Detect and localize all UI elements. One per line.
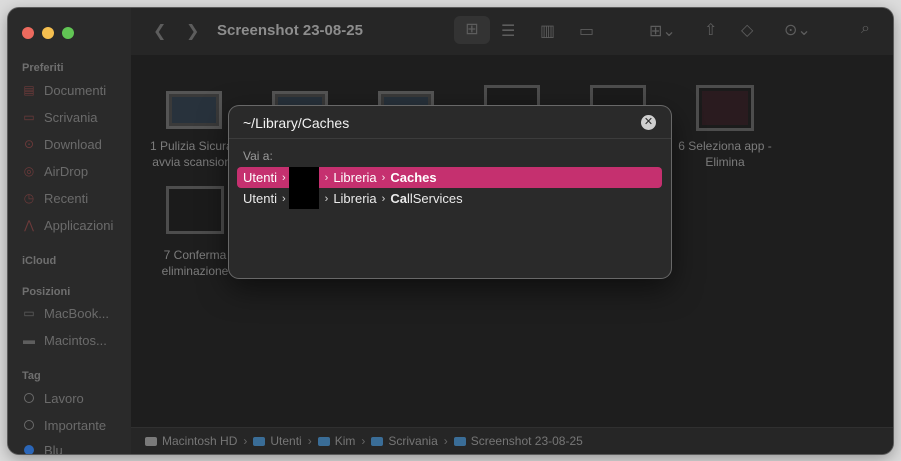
tag-dot-icon xyxy=(24,445,34,454)
clear-icon[interactable]: ✕ xyxy=(641,115,656,130)
sidebar-item-desktop[interactable]: ▭ Scrivania xyxy=(21,107,126,127)
clock-icon: ◷ xyxy=(23,191,35,205)
more-actions-icon[interactable]: ⊙⌄ xyxy=(784,20,811,40)
desktop-icon: ▭ xyxy=(23,110,35,124)
list-view-icon[interactable]: ☰ xyxy=(501,21,515,41)
chevron-right-icon: › xyxy=(281,192,286,205)
back-chevron-icon[interactable]: ❮ xyxy=(153,21,166,41)
path-crumb[interactable]: Kim xyxy=(317,434,355,448)
folder-icon xyxy=(253,436,266,446)
disk-icon: ▬ xyxy=(23,333,35,347)
sidebar-item-label: Download xyxy=(44,136,102,152)
path-bar: Macintosh HD › Utenti › Kim › Scrivania … xyxy=(131,427,893,454)
file-thumbnail[interactable] xyxy=(696,85,754,131)
tag-icon[interactable]: ◇ xyxy=(741,20,753,40)
sidebar-item-label: Blu xyxy=(44,442,63,455)
search-icon[interactable]: ⌕ xyxy=(861,20,870,38)
window-title: Screenshot 23-08-25 xyxy=(217,22,363,39)
group-by-icon[interactable]: ⊞⌄ xyxy=(649,21,676,41)
sidebar-tag-importante[interactable]: Importante xyxy=(21,415,126,435)
go-to-folder-dialog: ~/Library/Caches ✕ Vai a: Utenti › › Lib… xyxy=(229,106,671,278)
laptop-icon: ▭ xyxy=(23,306,35,320)
chevron-right-icon: › xyxy=(361,434,366,448)
airdrop-icon: ◎ xyxy=(23,164,35,178)
folder-icon xyxy=(317,436,330,446)
chevron-right-icon: › xyxy=(307,434,312,448)
tag-dot-icon xyxy=(24,393,34,403)
sidebar-section-favorites: Preferiti xyxy=(22,62,64,74)
tag-dot-icon xyxy=(24,420,34,430)
path-suggestion[interactable]: Utenti › › Libreria › Ca llServices xyxy=(237,188,662,209)
sidebar-tag-blu[interactable]: Blu xyxy=(21,440,126,454)
minimize-window-button[interactable] xyxy=(42,27,54,39)
path-crumb[interactable]: Macintosh HD xyxy=(145,434,237,448)
applications-icon: ⋀ xyxy=(24,218,34,232)
disk-icon xyxy=(145,436,157,446)
file-thumbnail[interactable] xyxy=(166,186,224,234)
sidebar-item-label: Recenti xyxy=(44,190,89,206)
sidebar-item-label: Scrivania xyxy=(44,109,98,125)
sidebar-item-label: AirDrop xyxy=(44,163,89,179)
gallery-view-icon[interactable]: ▭ xyxy=(579,21,594,41)
sidebar-item-documents[interactable]: ▤ Documenti xyxy=(21,80,126,100)
sidebar-item-airdrop[interactable]: ◎ AirDrop xyxy=(21,161,126,181)
goto-label: Vai a: xyxy=(243,149,273,163)
sidebar-item-label: MacBook... xyxy=(44,305,110,321)
close-window-button[interactable] xyxy=(22,27,34,39)
sidebar-item-label: Importante xyxy=(44,417,107,433)
redacted-username xyxy=(288,188,319,209)
chevron-right-icon: › xyxy=(443,434,448,448)
sidebar-item-label: Documenti xyxy=(44,82,107,98)
sidebar-section-icloud: iCloud xyxy=(22,255,57,267)
sidebar-item-macintosh[interactable]: ▬ Macintos... xyxy=(21,330,126,350)
sidebar-section-locations: Posizioni xyxy=(22,286,71,298)
sidebar: Preferiti ▤ Documenti ▭ Scrivania ⊙ Downloa… xyxy=(8,8,131,454)
chevron-right-icon: › xyxy=(281,171,286,184)
share-icon[interactable]: ⇧ xyxy=(704,20,717,40)
document-icon: ▤ xyxy=(23,83,35,97)
chevron-right-icon: › xyxy=(324,192,329,205)
sidebar-item-recents[interactable]: ◷ Recenti xyxy=(21,188,126,208)
sidebar-item-macbook[interactable]: ▭ MacBook... xyxy=(21,303,126,323)
grid-view-icon[interactable]: ⊞ xyxy=(454,16,490,44)
sidebar-item-download[interactable]: ⊙ Download xyxy=(21,134,126,154)
chevron-right-icon: › xyxy=(381,171,386,184)
chevron-right-icon: › xyxy=(324,171,329,184)
chevron-right-icon: › xyxy=(381,192,386,205)
sidebar-item-label: Applicazioni xyxy=(44,217,114,233)
chevron-right-icon: › xyxy=(243,434,248,448)
sidebar-tag-lavoro[interactable]: Lavoro xyxy=(21,388,126,408)
folder-icon xyxy=(371,436,384,446)
download-icon: ⊙ xyxy=(23,137,35,151)
path-crumb[interactable]: Scrivania xyxy=(371,434,438,448)
path-crumb[interactable]: Utenti xyxy=(253,434,302,448)
toolbar: ❮ ❯ Screenshot 23-08-25 ⊞ ☰ ▥ ▭ ⊞⌄ ⇧ ◇ ⊙… xyxy=(131,8,893,55)
forward-chevron-icon[interactable]: ❯ xyxy=(186,21,199,41)
file-name[interactable]: 6 Seleziona app - Elimina xyxy=(670,138,780,170)
zoom-window-button[interactable] xyxy=(62,27,74,39)
file-thumbnail[interactable] xyxy=(166,91,222,129)
sidebar-item-label: Macintos... xyxy=(44,332,107,348)
path-input[interactable]: ~/Library/Caches xyxy=(243,115,349,131)
redacted-username xyxy=(288,167,319,188)
sidebar-item-label: Lavoro xyxy=(44,390,84,406)
folder-icon xyxy=(453,436,466,446)
divider xyxy=(229,138,671,139)
path-crumb[interactable]: Screenshot 23-08-25 xyxy=(453,434,583,448)
column-view-icon[interactable]: ▥ xyxy=(540,21,555,41)
sidebar-section-tags: Tag xyxy=(22,370,41,382)
path-suggestion[interactable]: Utenti › › Libreria › Caches xyxy=(237,167,662,188)
sidebar-item-applications[interactable]: ⋀ Applicazioni xyxy=(21,215,126,235)
